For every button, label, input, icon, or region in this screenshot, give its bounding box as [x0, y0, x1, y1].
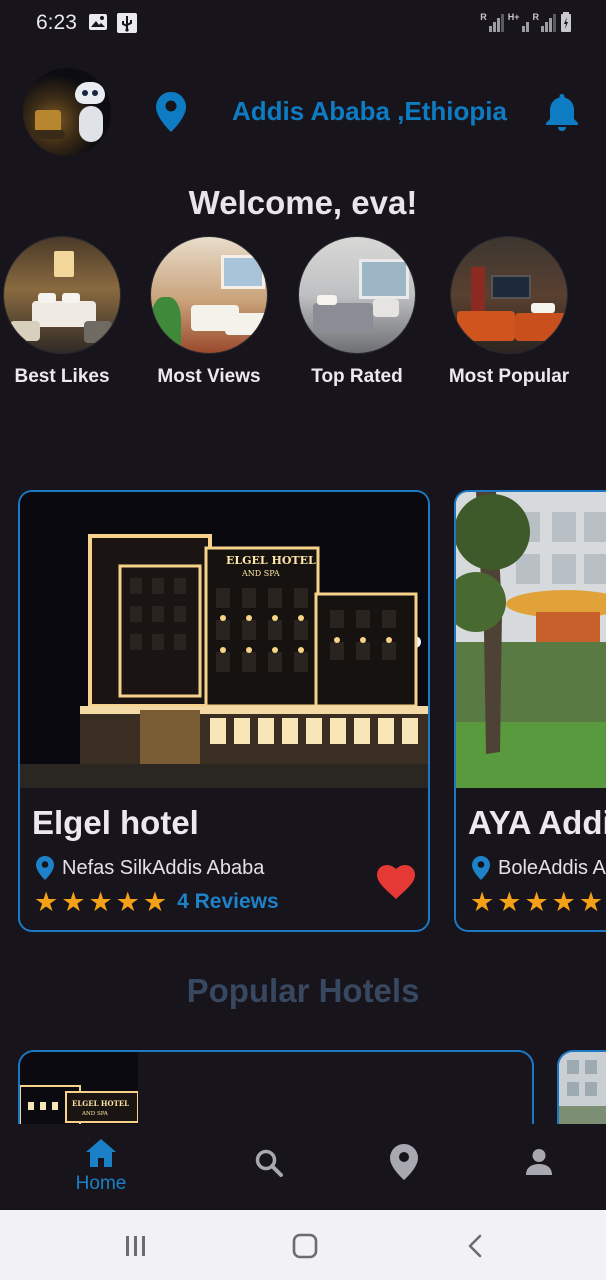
nav-profile[interactable]	[479, 1124, 599, 1210]
signal-icon-2: R	[533, 12, 556, 32]
bell-icon[interactable]	[543, 92, 581, 132]
bottom-navigation: Home	[0, 1124, 606, 1210]
nav-home[interactable]: Home	[41, 1124, 161, 1210]
hotel-card[interactable]: ELGEL HOTEL AND SPA Elgel hotel Nefas Si…	[18, 490, 430, 932]
svg-text:AND SPA: AND SPA	[81, 1111, 109, 1117]
hotel-image: ELGEL HOTEL AND SPA	[20, 492, 428, 788]
hotel-name: AYA Addis	[468, 804, 606, 841]
category-label: Top Rated	[311, 366, 403, 387]
star-icon: ★	[115, 887, 140, 917]
usb-notification-icon	[117, 13, 137, 33]
star-icon: ★	[470, 887, 495, 917]
header: Addis Ababa ,Ethiopia	[0, 68, 606, 158]
battery-icon	[561, 12, 571, 32]
data-signal-icon: H+	[508, 12, 529, 32]
category-best-likes[interactable]: Best Likes	[0, 236, 137, 388]
back-icon[interactable]	[464, 1234, 486, 1258]
signal-icons: R H+ R	[480, 12, 572, 32]
nav-location[interactable]	[344, 1124, 464, 1210]
star-icon: ★	[551, 887, 576, 917]
heart-icon[interactable]	[376, 864, 416, 900]
recent-apps-icon[interactable]	[124, 1234, 148, 1258]
category-label: Most Popular	[448, 366, 570, 387]
walle-figure	[35, 110, 61, 132]
home-icon	[86, 1139, 116, 1167]
star-icon: ★	[497, 887, 522, 917]
welcome-title: Welcome, eva!	[188, 184, 418, 221]
hotel-location-text: BoleAddis Ababa	[498, 856, 606, 879]
svg-text:ELGEL HOTEL: ELGEL HOTEL	[72, 1099, 129, 1108]
system-navigation-bar	[0, 1210, 606, 1280]
svg-text:AND SPA: AND SPA	[241, 569, 280, 578]
star-icon: ★	[524, 887, 549, 917]
avatar[interactable]	[23, 68, 111, 156]
profile-icon	[526, 1149, 552, 1175]
hotel-image	[456, 492, 606, 788]
category-image	[298, 236, 416, 354]
status-time: 6:23	[36, 11, 77, 34]
home-button-icon[interactable]	[292, 1233, 318, 1259]
reviews-count[interactable]: 4 Reviews	[177, 890, 279, 914]
location-icon	[390, 1144, 418, 1180]
category-image	[150, 236, 268, 354]
category-list: Best Likes Most Views Top Rated Most Pop…	[0, 236, 606, 396]
hotel-card[interactable]: AYA Addis BoleAddis Ababa ★ ★ ★ ★ ★	[454, 490, 606, 932]
star-half-icon: ★	[578, 887, 604, 917]
category-most-popular[interactable]: Most Popular	[434, 236, 584, 388]
nav-home-label: Home	[75, 1173, 127, 1194]
popular-hotels-title: Popular Hotels	[186, 972, 420, 1009]
star-rating: ★ ★ ★ ★ ★ 4 Reviews	[34, 888, 279, 916]
location-pin-icon	[36, 856, 54, 880]
signal-icon: R	[480, 12, 504, 32]
category-image	[3, 236, 121, 354]
location-pin-icon	[472, 856, 490, 880]
category-most-views[interactable]: Most Views	[134, 236, 284, 388]
star-icon: ★	[61, 887, 86, 917]
category-image	[450, 236, 568, 354]
location-label[interactable]: Addis Ababa ,Ethiopia	[232, 96, 507, 127]
star-rating: ★ ★ ★ ★ ★	[470, 888, 603, 916]
star-icon: ★	[34, 887, 59, 917]
robot-figure	[75, 82, 105, 104]
hotel-location: Nefas SilkAddis Ababa	[36, 856, 264, 880]
status-bar: 6:23 R H+ R	[0, 0, 606, 46]
hotel-sign: ELGEL HOTEL	[226, 554, 316, 567]
nav-search[interactable]	[209, 1124, 329, 1210]
hotel-location: BoleAddis Ababa	[472, 856, 606, 880]
star-icon: ★	[88, 887, 113, 917]
hotel-illustration: ELGEL HOTEL AND SPA	[20, 492, 428, 788]
category-label: Most Views	[157, 366, 261, 387]
hotel-illustration	[456, 492, 606, 788]
hotel-location-text: Nefas SilkAddis Ababa	[62, 856, 265, 879]
category-top-rated[interactable]: Top Rated	[282, 236, 432, 388]
star-icon: ★	[142, 887, 168, 917]
hotel-name: Elgel hotel	[32, 804, 199, 841]
gallery-notification-icon	[89, 14, 107, 30]
location-pin-icon[interactable]	[156, 92, 186, 132]
category-label: Best Likes	[14, 366, 110, 387]
search-icon	[255, 1149, 283, 1177]
